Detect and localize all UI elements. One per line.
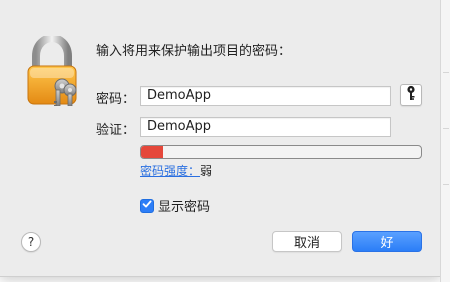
password-strength-link[interactable]: 密码强度： (140, 164, 200, 178)
dialog-title: 输入将用来保护输出项目的密码： (96, 44, 292, 59)
checkmark-icon (142, 198, 152, 213)
background-window-edge (440, 0, 450, 282)
help-button[interactable]: ? (21, 232, 41, 252)
password-strength-value: 弱 (200, 164, 213, 178)
background-divider (443, 128, 449, 129)
password-strength-meter (140, 145, 422, 159)
verify-label: 验证： (96, 123, 136, 138)
ok-button[interactable]: 好 (352, 231, 422, 252)
password-strength-fill (141, 146, 164, 158)
screen: 输入将用来保护输出项目的密码： 密码： DemoApp 验证： DemoApp … (0, 0, 450, 282)
background-divider (443, 72, 449, 73)
cancel-button[interactable]: 取消 (272, 231, 342, 252)
password-label: 密码： (96, 92, 136, 107)
show-password-label: 显示密码 (158, 200, 211, 215)
password-dialog: 输入将用来保护输出项目的密码： 密码： DemoApp 验证： DemoApp … (0, 0, 441, 277)
background-divider (443, 184, 449, 185)
show-password-row[interactable]: 显示密码 (140, 196, 210, 215)
password-field[interactable]: DemoApp (140, 86, 391, 106)
key-icon (405, 85, 417, 105)
verify-field[interactable]: DemoApp (140, 117, 391, 137)
show-password-checkbox[interactable] (140, 198, 154, 213)
lock-icon (26, 33, 78, 107)
password-assistant-button[interactable] (400, 84, 422, 106)
strength-row: 密码强度：弱 (140, 162, 212, 179)
